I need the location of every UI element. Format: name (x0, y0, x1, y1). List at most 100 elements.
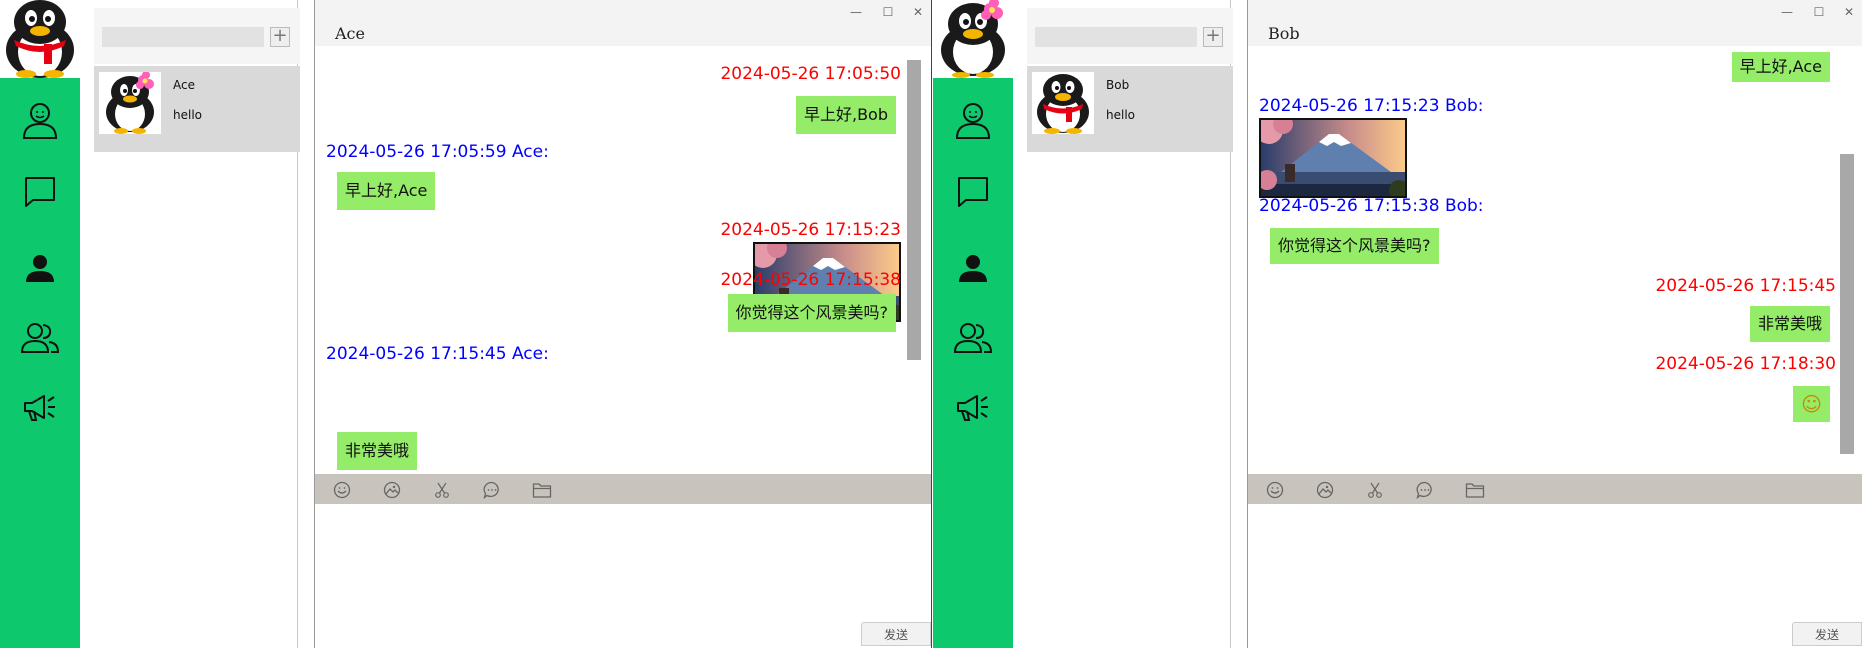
chat-icon (958, 177, 988, 207)
send-file-button[interactable] (531, 479, 553, 501)
my-avatar[interactable] (933, 0, 1013, 78)
contact-list-panel: + Ace hello (80, 0, 300, 648)
message-timestamp: 2024-05-26 17:15:23 (720, 220, 901, 240)
group-icon (954, 323, 992, 353)
maximize-button[interactable]: ☐ (877, 2, 899, 22)
screenshot-button[interactable] (1364, 479, 1386, 501)
maximize-button[interactable]: ☐ (1808, 2, 1830, 22)
minimize-button[interactable]: — (845, 2, 867, 22)
search-input[interactable] (1035, 27, 1197, 47)
send-image-button[interactable] (1314, 479, 1336, 501)
chat-window-left: + Ace hello Ace — ☐ ✕ 2024-05-26 17:05:5… (0, 0, 932, 648)
nav-profile-button[interactable] (20, 100, 60, 140)
my-avatar[interactable] (0, 0, 80, 78)
scrollbar[interactable] (907, 60, 921, 360)
nav-broadcast-button[interactable] (20, 388, 60, 428)
message-timestamp: 2024-05-26 17:15:38 Bob: (1259, 196, 1484, 216)
contact-last-message: hello (1106, 108, 1135, 122)
message-timestamp: 2024-05-26 17:15:23 Bob: (1259, 96, 1484, 116)
nav-chat-button[interactable] (953, 172, 993, 212)
add-contact-button[interactable]: + (1203, 27, 1223, 47)
message-timestamp: 2024-05-26 17:05:59 Ace: (326, 142, 549, 162)
message-bubble[interactable]: 非常美哦 (1749, 306, 1830, 342)
contact-avatar (1032, 72, 1094, 134)
send-button[interactable]: 发送 (861, 622, 931, 646)
message-timestamp: 2024-05-26 17:05:50 (720, 64, 901, 84)
send-button[interactable]: 发送 (1792, 622, 1862, 646)
message-bubble[interactable]: 非常美哦 (337, 432, 418, 470)
nav-contacts-button[interactable] (953, 248, 993, 288)
add-contact-button[interactable]: + (270, 27, 290, 47)
emoji-icon (1266, 481, 1284, 499)
message-bubble[interactable]: 你觉得这个风景美吗? (1270, 228, 1439, 264)
chat-icon (25, 177, 55, 207)
side-nav (0, 0, 80, 648)
message-input[interactable] (1248, 504, 1862, 648)
penguin-girl-avatar-icon (106, 72, 154, 134)
contact-list-panel: + Bob hello (1013, 0, 1233, 648)
nav-groups-button[interactable] (953, 318, 993, 358)
image-message[interactable] (1259, 118, 1407, 198)
scrollbar[interactable] (1840, 154, 1854, 454)
message-bubble[interactable]: 早上好,Ace (1731, 52, 1830, 82)
chat-window-right: + Bob hello Bob — ☐ ✕ 早上好,Ace 2024-05-26… (933, 0, 1862, 648)
search-input[interactable] (102, 27, 264, 47)
message-timestamp: 2024-05-26 17:15:38 (720, 270, 901, 290)
chat-title: Bob (1268, 24, 1300, 43)
chat-panel: Bob — ☐ ✕ 早上好,Ace 2024-05-26 17:15:23 Bo… (1247, 0, 1862, 648)
message-bubble[interactable]: 早上好,Bob (795, 96, 896, 134)
message-compose-area[interactable] (1248, 504, 1862, 648)
screenshot-button[interactable] (431, 479, 453, 501)
message-bubble[interactable]: 早上好,Ace (337, 172, 436, 210)
nav-groups-button[interactable] (20, 318, 60, 358)
message-bubble[interactable]: 你觉得这个风景美吗? (727, 294, 896, 332)
nav-broadcast-button[interactable] (953, 388, 993, 428)
message-area[interactable]: 早上好,Ace 2024-05-26 17:15:23 Bob: 2024-05… (1248, 46, 1862, 474)
chat-panel: Ace — ☐ ✕ 2024-05-26 17:05:50 早上好,Bob 20… (314, 0, 931, 648)
minimize-button[interactable]: — (1776, 2, 1798, 22)
contact-name: Bob (1106, 78, 1130, 92)
image-icon (1316, 481, 1334, 499)
folder-icon (1465, 483, 1485, 498)
penguin-avatar-icon (1037, 74, 1089, 134)
chat-bubble-icon (1416, 481, 1432, 499)
search-bar: + (94, 8, 300, 64)
scissors-icon (435, 482, 449, 498)
megaphone-icon (24, 395, 55, 421)
nav-profile-button[interactable] (953, 100, 993, 140)
message-input[interactable] (315, 504, 931, 648)
message-timestamp: 2024-05-26 17:15:45 Ace: (326, 344, 549, 364)
message-area[interactable]: 2024-05-26 17:05:50 早上好,Bob 2024-05-26 1… (315, 46, 931, 474)
folder-icon (532, 483, 552, 498)
emoji-message[interactable]: ☺ (1793, 386, 1830, 422)
chat-bubble-icon (483, 481, 499, 499)
image-icon (383, 481, 401, 499)
chat-history-button[interactable] (481, 479, 503, 501)
group-icon (21, 323, 59, 353)
user-outline-icon (955, 103, 991, 139)
emoji-button[interactable] (331, 479, 353, 501)
contact-list-item[interactable]: Ace hello (94, 66, 300, 152)
nav-contacts-button[interactable] (20, 248, 60, 288)
contact-name: Ace (173, 78, 195, 92)
emoji-button[interactable] (1264, 479, 1286, 501)
chat-history-button[interactable] (1414, 479, 1436, 501)
megaphone-icon (957, 395, 988, 421)
contact-last-message: hello (173, 108, 202, 122)
penguin-avatar-icon (6, 0, 74, 78)
send-image-button[interactable] (381, 479, 403, 501)
contact-avatar (99, 72, 161, 134)
close-button[interactable]: ✕ (907, 2, 929, 22)
side-nav (933, 0, 1013, 648)
message-compose-area[interactable] (315, 504, 931, 648)
nav-chat-button[interactable] (20, 172, 60, 212)
chat-titlebar: Ace — ☐ ✕ (315, 0, 931, 46)
user-outline-icon (22, 103, 58, 139)
search-bar: + (1027, 8, 1233, 64)
send-file-button[interactable] (1464, 479, 1486, 501)
message-timestamp: 2024-05-26 17:18:30 (1655, 354, 1836, 374)
penguin-girl-avatar-icon (941, 0, 1005, 78)
contact-list-item[interactable]: Bob hello (1027, 66, 1233, 152)
close-button[interactable]: ✕ (1838, 2, 1860, 22)
input-toolbar (315, 474, 931, 504)
